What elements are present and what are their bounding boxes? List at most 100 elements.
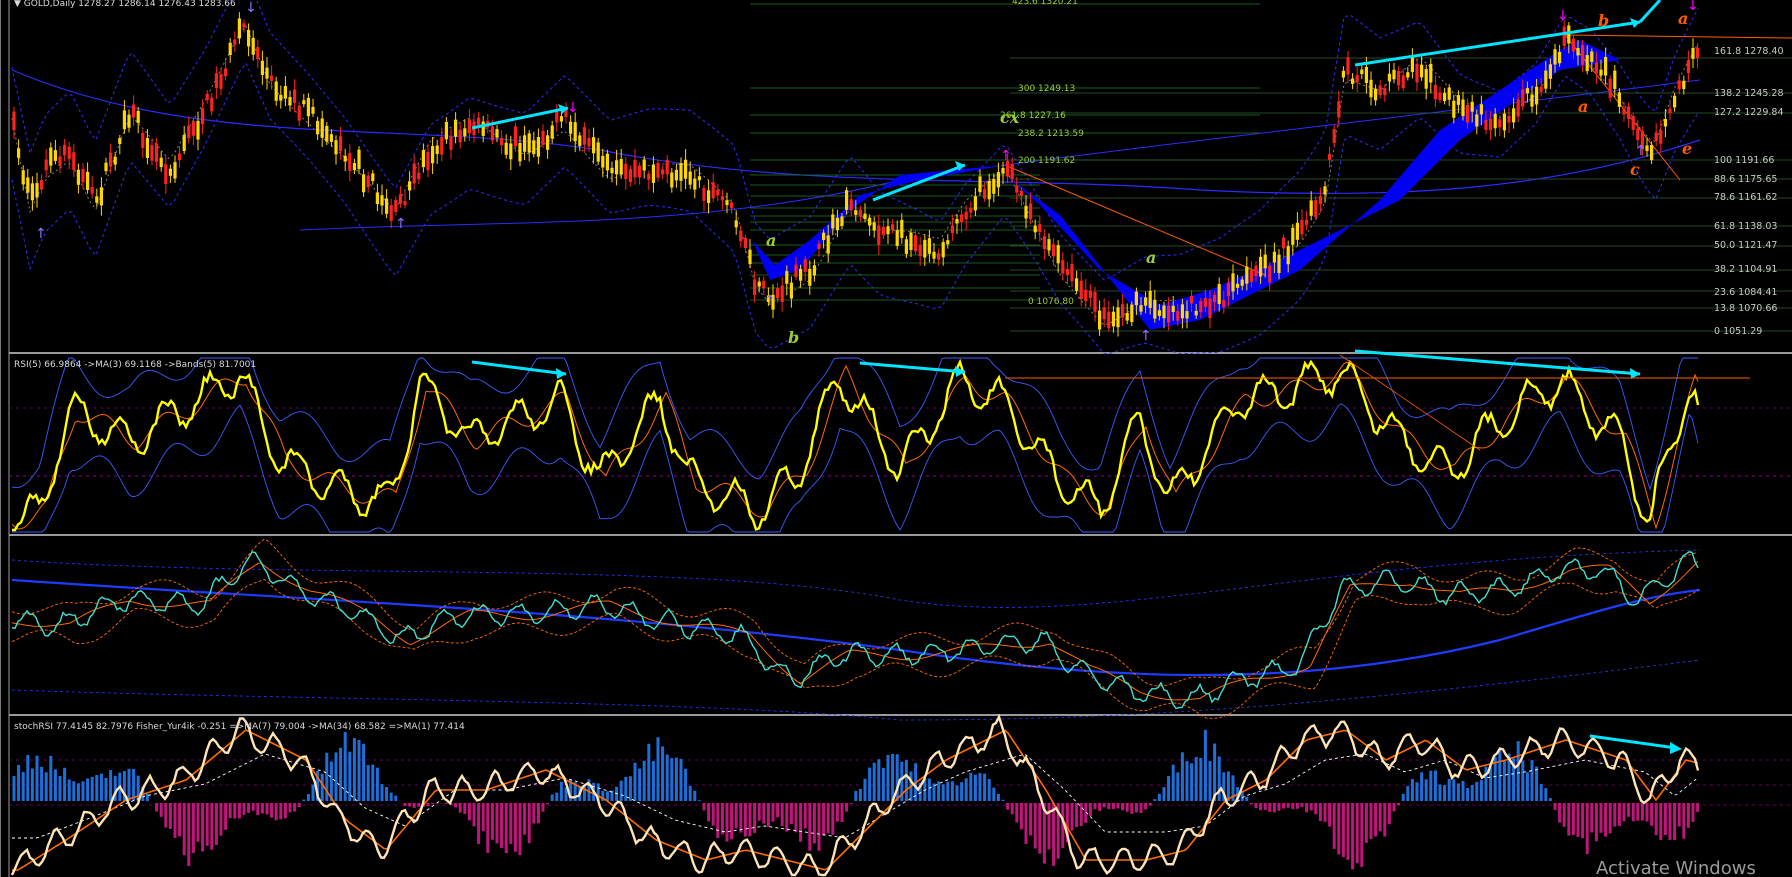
fisher-bar-positive <box>656 737 660 801</box>
candle-body <box>1033 225 1037 233</box>
fisher-bar-negative <box>812 803 816 844</box>
fisher-bar-positive <box>389 792 393 801</box>
candle-body <box>431 146 435 164</box>
fisher-bar-negative <box>1134 803 1138 813</box>
candle-body <box>1323 186 1327 195</box>
fractal-arrow-icon: ↓ <box>245 0 257 16</box>
fisher-bar-positive <box>1001 799 1005 801</box>
candle-body <box>210 97 214 112</box>
trading-chart[interactable]: ↑↓↑↓↑↑↑↓↑↓abcxabacea161.8 1278.40138.2 1… <box>0 0 1792 877</box>
candle-body <box>895 230 899 246</box>
fisher-bar-negative <box>1024 803 1028 845</box>
candle-body <box>1392 69 1396 80</box>
candle-body <box>173 162 177 179</box>
fisher-bar-positive <box>633 762 637 801</box>
candle-body <box>1088 290 1092 298</box>
candle-body <box>1240 279 1244 286</box>
candle-body <box>656 162 660 178</box>
fisher-bar-positive <box>21 772 25 801</box>
candle-body <box>380 195 384 206</box>
candle-body <box>90 187 94 194</box>
collapse-triangle-icon[interactable]: ▼ <box>14 0 24 9</box>
fisher-bar-negative <box>182 803 186 856</box>
fisher-bar-positive <box>854 791 858 801</box>
fisher-bar-negative <box>1622 803 1626 822</box>
fisher-bar-positive <box>638 768 642 801</box>
fisher-bar-negative <box>408 803 412 807</box>
candle-body <box>1157 310 1161 316</box>
fisher-bar-negative <box>242 803 246 815</box>
candle-body <box>1415 63 1419 83</box>
fib-level-label: 78.6 1161.62 <box>1714 192 1777 203</box>
candle-body <box>1401 75 1405 89</box>
fisher-bar-negative <box>293 803 297 812</box>
candle-body <box>1171 305 1175 313</box>
candle-body <box>743 237 747 249</box>
fisher-bar-positive <box>339 747 343 801</box>
candle-body <box>1019 190 1023 196</box>
fisher-bar-positive <box>1415 782 1419 801</box>
candle-body <box>518 143 522 162</box>
candle-body <box>1328 154 1332 160</box>
fisher-bar-negative <box>1576 803 1580 837</box>
candle-body <box>251 37 255 55</box>
candle-body <box>688 171 692 185</box>
fisher-bar-positive <box>334 752 338 801</box>
candle-body <box>247 29 251 47</box>
fisher-bar-negative <box>822 803 826 836</box>
fisher-bar-negative <box>1305 803 1309 813</box>
candle-body <box>960 214 964 223</box>
candle-body <box>1226 282 1230 297</box>
candle-body <box>1668 108 1672 114</box>
candle-body <box>1387 73 1391 82</box>
candle-body <box>642 159 646 171</box>
fisher-bar-positive <box>688 785 692 801</box>
candle-body <box>1111 311 1115 327</box>
candle-body <box>1236 283 1240 288</box>
candle-body <box>881 226 885 236</box>
fisher-bar-positive <box>1226 771 1230 801</box>
fisher-bar-negative <box>159 803 163 817</box>
fib-level-label: 50.0 1121.47 <box>1714 240 1777 251</box>
fisher-bar-positive <box>858 788 862 801</box>
fisher-bar-negative <box>214 803 218 845</box>
candle-body <box>964 211 968 220</box>
fisher-bar-positive <box>40 766 44 801</box>
fib-mid-label: 261.8 1227.16 <box>1000 111 1066 121</box>
fisher-bar-negative <box>1341 803 1345 858</box>
fisher-bar-negative <box>187 803 191 866</box>
candle-body <box>1153 299 1157 319</box>
fisher-bar-negative <box>486 803 490 853</box>
candle-body <box>1332 129 1336 144</box>
candle-body <box>412 163 416 184</box>
fisher-bar-positive <box>697 800 701 801</box>
candle-body <box>1098 310 1102 330</box>
candle-body <box>417 172 421 180</box>
candle-body <box>159 157 163 168</box>
candle-body <box>684 159 688 179</box>
fisher-bar-negative <box>808 803 812 851</box>
candle-body <box>242 23 246 28</box>
fisher-bar-negative <box>1659 803 1663 840</box>
fisher-bar-positive <box>1162 787 1166 801</box>
fisher-bar-negative <box>191 803 195 853</box>
fisher-bar-positive <box>320 773 324 801</box>
candle-body <box>886 226 890 235</box>
candle-body <box>987 180 991 200</box>
fisher-bar-positive <box>1429 770 1433 801</box>
candle-body <box>1208 298 1212 319</box>
candle-body <box>113 156 117 165</box>
fib-level-label: 38.2 1104.91 <box>1714 264 1777 275</box>
candle-body <box>1650 145 1654 161</box>
wave-label: a <box>1146 248 1156 267</box>
fib-level-label: 100 1191.66 <box>1714 155 1774 166</box>
candle-body <box>1355 75 1359 83</box>
candle-body <box>1061 260 1065 274</box>
fisher-bar-positive <box>375 767 379 801</box>
fisher-bar-negative <box>1047 803 1051 850</box>
fisher-bar-positive <box>868 767 872 801</box>
fisher-bar-negative <box>1558 803 1562 823</box>
candle-body <box>794 264 798 278</box>
fisher-bar-positive <box>651 761 655 801</box>
candle-body <box>638 165 642 178</box>
